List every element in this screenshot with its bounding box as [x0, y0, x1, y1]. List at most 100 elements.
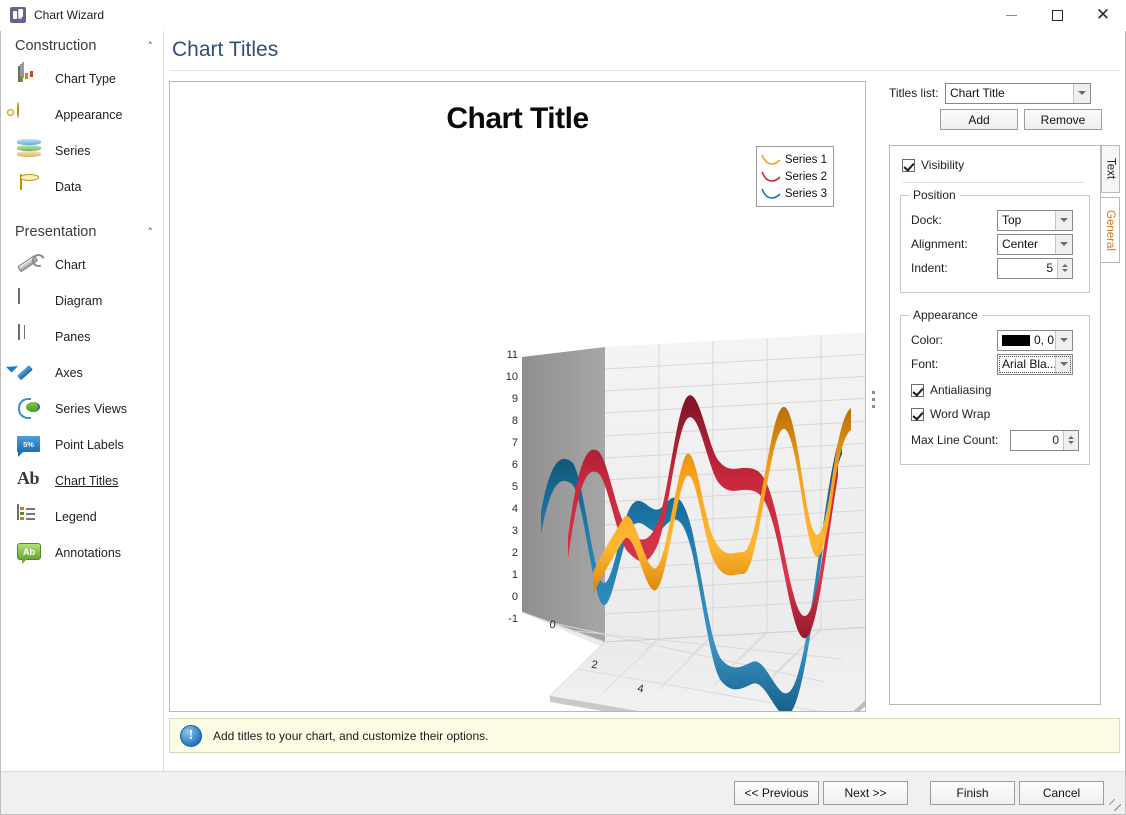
svg-text:3: 3 [512, 525, 518, 537]
chevron-down-icon[interactable] [1055, 354, 1072, 374]
dock-combo[interactable]: Top [997, 209, 1073, 231]
sidebar-item-chart-titles[interactable]: Ab Chart Titles [1, 463, 163, 499]
legend-label: Series 3 [784, 187, 827, 200]
color-row: Color: 0, 0, [911, 328, 1079, 352]
sidebar-group-presentation[interactable]: Presentation ˄ [1, 217, 163, 247]
tab-text[interactable]: Text [1101, 145, 1120, 193]
sidebar-item-label: Panes [55, 330, 91, 344]
cancel-button[interactable]: Cancel [1019, 781, 1104, 805]
svg-text:4: 4 [512, 503, 518, 515]
word-wrap-row[interactable]: Word Wrap [911, 405, 1079, 423]
alignment-value: Center [1002, 237, 1039, 251]
sidebar-group-construction[interactable]: Construction ˄ [1, 31, 163, 61]
sidebar-item-chart-type[interactable]: Chart Type [1, 61, 163, 97]
sidebar-group-construction-label: Construction [15, 38, 97, 54]
chevron-up-icon[interactable] [1068, 436, 1074, 439]
indent-value[interactable]: 5 [998, 261, 1057, 275]
antialiasing-checkbox[interactable] [911, 383, 924, 397]
resize-grip-icon[interactable] [1109, 799, 1122, 812]
alignment-combo[interactable]: Center [997, 233, 1073, 255]
chevron-down-icon[interactable] [1055, 330, 1072, 350]
annotations-callout-icon: Ab [17, 541, 43, 565]
word-wrap-checkbox[interactable] [911, 407, 924, 421]
svg-text:8: 8 [512, 415, 518, 427]
previous-button[interactable]: << Previous [734, 781, 819, 805]
legend-item: Series 3 [761, 185, 827, 202]
svg-text:-1: -1 [508, 613, 518, 625]
sidebar-item-chart[interactable]: Chart [1, 247, 163, 283]
position-group-label: Position [909, 188, 960, 202]
svg-text:11: 11 [507, 349, 518, 361]
svg-text:9: 9 [512, 393, 518, 405]
sidebar-item-panes[interactable]: Panes [1, 319, 163, 355]
finish-button[interactable]: Finish [930, 781, 1015, 805]
max-line-count-stepper-arrows[interactable] [1063, 430, 1078, 450]
sidebar-item-point-labels[interactable]: 5% Point Labels [1, 427, 163, 463]
remove-title-button[interactable]: Remove [1024, 109, 1102, 130]
chevron-up-icon[interactable] [1062, 264, 1068, 267]
window-controls: ✕ [988, 0, 1126, 31]
color-label: Color: [911, 333, 944, 347]
indent-row: Indent: 5 [911, 256, 1079, 280]
chevron-down-icon[interactable] [1068, 441, 1074, 444]
dock-value: Top [1002, 213, 1022, 227]
legend-marker-series-1 [761, 154, 781, 165]
alignment-row: Alignment: Center [911, 232, 1079, 256]
svg-text:0: 0 [512, 591, 518, 603]
sidebar-item-label: Diagram [55, 294, 103, 308]
minimize-button[interactable] [988, 0, 1034, 31]
chevron-down-icon[interactable] [1055, 210, 1072, 230]
antialiasing-label: Antialiasing [930, 383, 992, 397]
font-value: Arial Bla... [1002, 357, 1055, 371]
divider [903, 182, 1084, 183]
sidebar-item-appearance[interactable]: Appearance [1, 97, 163, 133]
sidebar-item-legend[interactable]: Legend [1, 499, 163, 535]
word-wrap-label: Word Wrap [930, 407, 991, 421]
indent-stepper[interactable]: 5 [997, 257, 1073, 279]
maximize-button[interactable] [1034, 0, 1080, 31]
series-views-icon [17, 397, 43, 421]
chart-preview-panel[interactable]: Chart Title 11 10 9 8 7 6 5 4 3 2 1 0 -1… [169, 81, 866, 712]
sidebar-item-label: Chart Titles [55, 474, 119, 488]
antialiasing-row[interactable]: Antialiasing [911, 381, 1079, 399]
titles-actions: Add Remove [940, 109, 1102, 130]
chevron-down-icon[interactable] [1055, 234, 1072, 254]
legend-icon [17, 504, 43, 529]
legend-item: Series 2 [761, 168, 827, 185]
sidebar-item-annotations[interactable]: Ab Annotations [1, 535, 163, 571]
panes-icon [17, 324, 43, 349]
chevron-down-icon[interactable] [1073, 83, 1090, 103]
add-title-button[interactable]: Add [940, 109, 1018, 130]
ab-glyph: Ab [17, 468, 40, 488]
options-panel: Titles list: Chart Title Add Remove Text… [880, 81, 1120, 712]
sidebar-item-series[interactable]: Series [1, 133, 163, 169]
visibility-checkbox[interactable] [902, 158, 915, 172]
svg-text:6: 6 [688, 710, 696, 712]
chevron-down-icon[interactable] [1062, 269, 1068, 272]
indent-stepper-arrows[interactable] [1057, 258, 1072, 278]
panel-splitter[interactable] [869, 81, 877, 712]
sidebar-item-data[interactable]: Data [1, 169, 163, 205]
tab-general[interactable]: General [1101, 197, 1120, 263]
titles-list-combo[interactable]: Chart Title [945, 82, 1091, 104]
ab-text-icon: Ab [17, 469, 43, 493]
indent-label: Indent: [911, 261, 948, 275]
max-line-count-stepper[interactable]: 0 [1010, 429, 1079, 451]
close-button[interactable]: ✕ [1080, 0, 1126, 31]
sidebar-item-axes[interactable]: Axes [1, 355, 163, 391]
alignment-label: Alignment: [911, 237, 968, 251]
max-line-count-value[interactable]: 0 [1011, 433, 1063, 447]
sidebar-item-diagram[interactable]: Diagram [1, 283, 163, 319]
font-combo[interactable]: Arial Bla... [997, 353, 1073, 375]
next-button[interactable]: Next >> [823, 781, 908, 805]
close-icon: ✕ [1095, 5, 1111, 25]
max-line-count-label: Max Line Count: [911, 433, 999, 447]
color-combo[interactable]: 0, 0, [997, 329, 1073, 351]
info-text: Add titles to your chart, and customize … [213, 728, 489, 743]
position-group: Position Dock: Top Alignment: Center Ind… [900, 188, 1090, 293]
sidebar-item-label: Legend [55, 510, 97, 524]
visibility-checkbox-row[interactable]: Visibility [902, 156, 1090, 174]
sidebar-item-series-views[interactable]: Series Views [1, 391, 163, 427]
chart-legend[interactable]: Series 1 Series 2 Series 3 [755, 146, 834, 207]
legend-item: Series 1 [761, 151, 827, 168]
